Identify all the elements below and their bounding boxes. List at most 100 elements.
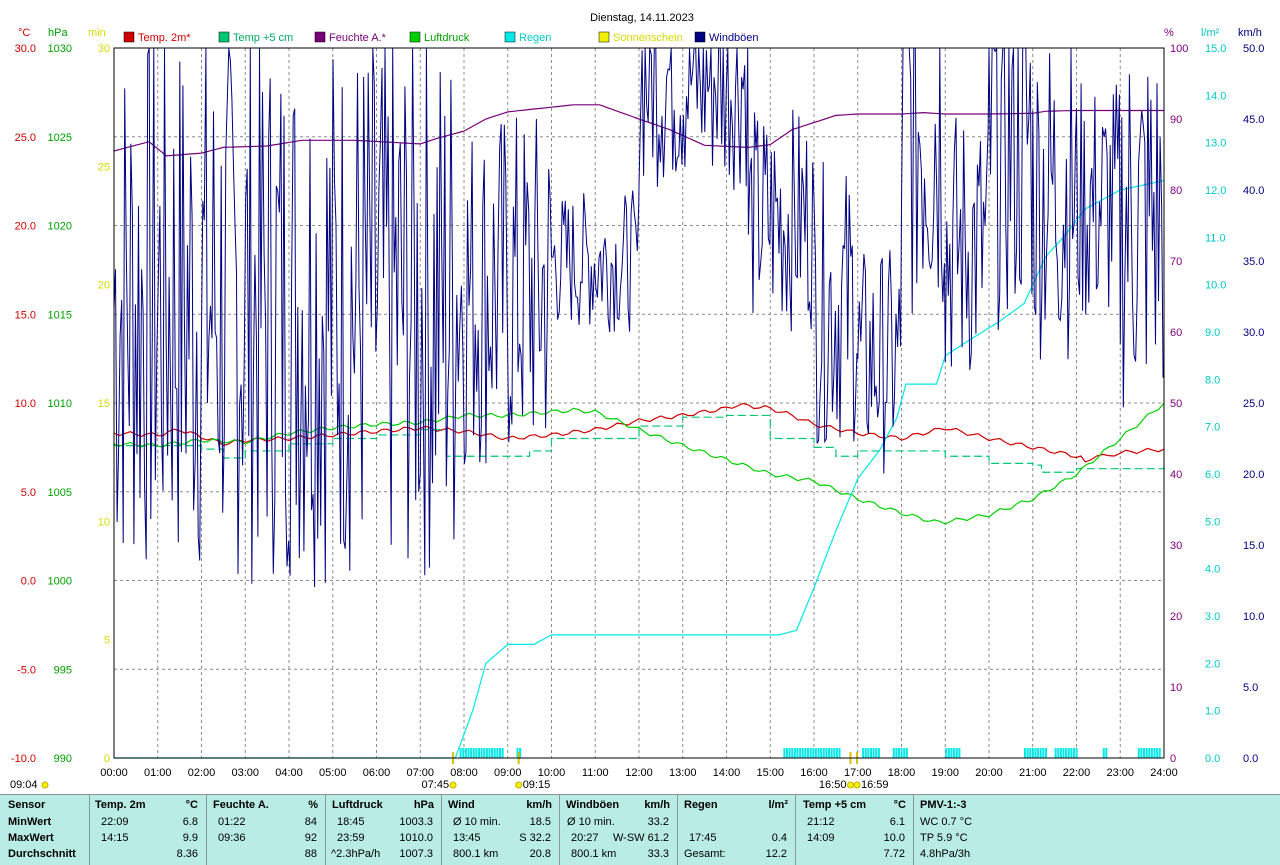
- x-tick-label: 00:00: [100, 767, 128, 779]
- stats-header: Feuchte A.: [213, 799, 269, 811]
- sun-dot: [41, 781, 49, 789]
- legend-label: Temp. 2m*: [138, 32, 191, 44]
- stats-header: Windböen: [566, 799, 620, 811]
- rain-bar: [499, 748, 501, 758]
- stats-value: W-SW 61.2: [612, 832, 669, 844]
- rain-tick-label: 3.0: [1205, 611, 1220, 623]
- humidity-tick-label: 70: [1170, 256, 1182, 268]
- rain-bar: [864, 748, 867, 758]
- x-tick-label: 18:00: [888, 767, 916, 779]
- x-tick-label: 22:00: [1063, 767, 1091, 779]
- rain-bar: [475, 748, 478, 758]
- pressure-tick-label: 1025: [48, 132, 72, 144]
- rain-bar: [470, 748, 473, 758]
- x-tick-label: 07:00: [406, 767, 434, 779]
- sun-dot: [853, 781, 861, 789]
- humidity-tick-label: 90: [1170, 114, 1182, 126]
- stats-time: 17:45: [689, 832, 717, 844]
- stats-unit: hPa: [413, 799, 434, 811]
- rain-bar: [814, 748, 817, 758]
- rain-bar: [825, 748, 828, 758]
- wind-tick-label: 25.0: [1243, 398, 1264, 410]
- rain-bar: [1070, 748, 1073, 758]
- rain-bar: [1039, 748, 1042, 758]
- wind-tick-label: 30.0: [1243, 327, 1264, 339]
- stats-col-rain: Regen l/m² 17:45 0.4 Gesamt: 12.2: [677, 795, 796, 865]
- legend-swatch: [123, 31, 135, 43]
- wind-tick-label: 0.0: [1243, 753, 1258, 765]
- x-tick-label: 09:00: [494, 767, 522, 779]
- stats-col-temp5: Temp +5 cm °C 21:12 6.1 14:09 10.0 7.72: [795, 795, 914, 865]
- humidity-tick-label: 60: [1170, 327, 1182, 339]
- stats-label: Ø 10 min.: [453, 816, 501, 828]
- rain-bar: [1143, 748, 1145, 758]
- rain-bar: [830, 748, 833, 758]
- rain-bar: [483, 748, 486, 758]
- rain-bar: [809, 748, 812, 758]
- rain-bar: [796, 748, 799, 758]
- rain-bar: [1137, 748, 1140, 758]
- x-tick-label: 01:00: [144, 767, 172, 779]
- rain-bar: [1057, 748, 1060, 758]
- rain-tick-label: 13.0: [1205, 138, 1226, 150]
- rain-bar: [1029, 748, 1032, 758]
- legend-label: Regen: [519, 32, 551, 44]
- rain-bar: [900, 748, 903, 758]
- rain-bar: [872, 748, 875, 758]
- left-axis-ticks: 30.025.020.015.010.05.00.0-5.0-10.010301…: [11, 43, 110, 765]
- sun-time-label: 16:59: [861, 779, 889, 791]
- rain-bar: [1042, 748, 1045, 758]
- x-tick-label: 23:00: [1106, 767, 1134, 779]
- pressure-tick-label: 1020: [48, 221, 72, 233]
- temp-tick-label: -5.0: [17, 664, 36, 676]
- rain-bar: [1156, 748, 1159, 758]
- stats-value: 33.2: [647, 816, 669, 828]
- humidity-tick-label: 20: [1170, 611, 1182, 623]
- stats-value: 8.36: [176, 848, 198, 860]
- x-tick-label: 24:00: [1150, 767, 1178, 779]
- rain-bar: [1105, 748, 1108, 758]
- stats-time: 22:09: [101, 816, 129, 828]
- stats-table: Sensor MinWert MaxWert Durchschnitt Temp…: [0, 794, 1280, 865]
- sun-tick-label: 15: [98, 398, 110, 410]
- rain-bar: [955, 748, 958, 758]
- rain-bar: [820, 748, 823, 758]
- rain-bar: [467, 748, 470, 758]
- stats-trend: ^2.3hPa/h: [331, 848, 381, 860]
- stats-row-avg: Durchschnitt: [8, 848, 76, 860]
- x-tick-label: 17:00: [844, 767, 872, 779]
- stats-time: 14:09: [807, 832, 835, 844]
- temp-tick-label: 15.0: [15, 309, 36, 321]
- stats-time: 18:45: [337, 816, 365, 828]
- stats-pmv-tp: TP 5.9 °C: [920, 832, 968, 844]
- wind-tick-label: 40.0: [1243, 185, 1264, 197]
- sun-tick-label: 20: [98, 280, 110, 292]
- rain-tick-label: 1.0: [1205, 706, 1220, 718]
- rain-bar: [1045, 748, 1047, 758]
- rain-tick-label: 6.0: [1205, 469, 1220, 481]
- rain-bar: [903, 748, 906, 758]
- rain-bar: [1037, 748, 1040, 758]
- rain-bar: [945, 748, 948, 758]
- rain-bar: [817, 748, 820, 758]
- stats-col-wind: Wind km/h Ø 10 min. 18.5 13:45 S 32.2 80…: [441, 795, 560, 865]
- stats-unit: km/h: [644, 799, 670, 811]
- rain-tick-label: 4.0: [1205, 564, 1220, 576]
- stats-value: 1003.3: [399, 816, 433, 828]
- x-tick-label: 16:00: [800, 767, 828, 779]
- x-tick-label: 02:00: [188, 767, 216, 779]
- rain-bar: [791, 748, 794, 758]
- stats-value: 7.72: [883, 848, 905, 860]
- temp-tick-label: 25.0: [15, 132, 36, 144]
- rain-bar: [1067, 748, 1070, 758]
- x-tick-label: 19:00: [931, 767, 959, 779]
- stats-time: 13:45: [453, 832, 481, 844]
- rain-bar: [1075, 748, 1078, 758]
- pressure-tick-label: 1000: [48, 576, 72, 588]
- temp-tick-label: -10.0: [11, 753, 36, 765]
- stats-value: 10.0: [883, 832, 905, 844]
- temp-unit: °C: [18, 27, 30, 39]
- rain-bar: [822, 748, 825, 758]
- rain-tick-label: 5.0: [1205, 516, 1220, 528]
- pressure-tick-label: 1005: [48, 487, 72, 499]
